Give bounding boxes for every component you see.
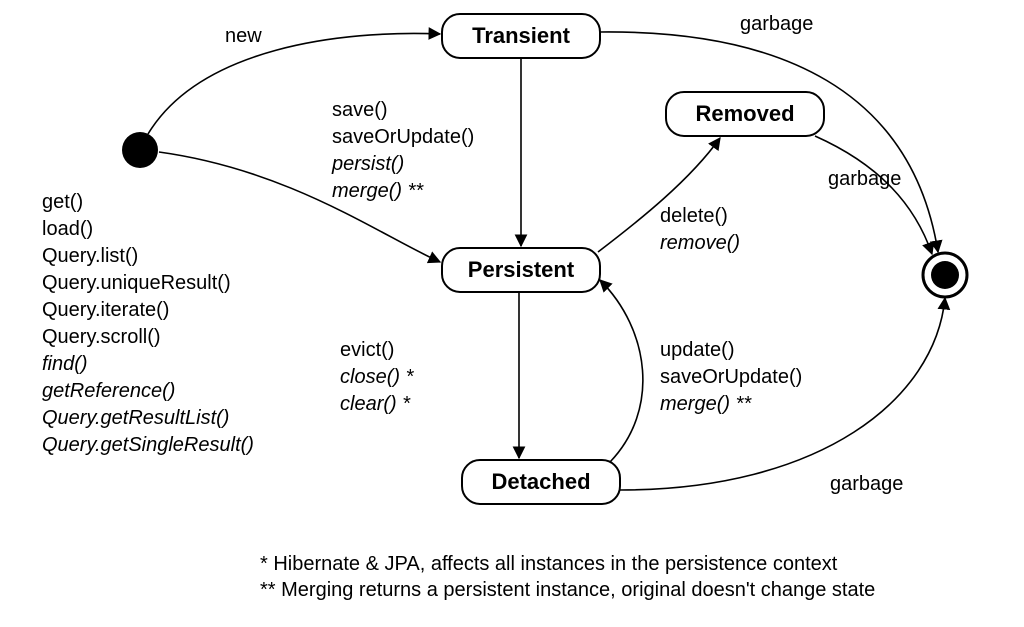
edge-label-line: clear() * <box>340 393 411 415</box>
state-detached-label: Detached <box>491 469 590 494</box>
edge-label-line: get() <box>42 191 83 213</box>
edge-label-line: Query.getSingleResult() <box>42 434 254 456</box>
edge-label-new: new <box>225 25 262 47</box>
edge-labels-transient-persistent: save() saveOrUpdate() persist() merge() ** <box>331 99 474 202</box>
state-removed-label: Removed <box>695 101 794 126</box>
edge-label-line: saveOrUpdate() <box>660 366 802 388</box>
edge-label-line: load() <box>42 218 93 240</box>
edge-labels-persistent-removed: delete() remove() <box>660 205 740 254</box>
final-state <box>923 253 967 297</box>
edge-label-garbage-transient: garbage <box>740 13 813 35</box>
edge-removed-final <box>815 136 932 254</box>
edge-label-line: evict() <box>340 339 394 361</box>
edge-label-line: update() <box>660 339 735 361</box>
state-detached: Detached <box>462 460 620 504</box>
state-transient: Transient <box>442 14 600 58</box>
edge-label-line: Query.getResultList() <box>42 407 229 429</box>
edge-label-line: saveOrUpdate() <box>332 126 474 148</box>
edge-labels-persistent-detached: evict() close() * clear() * <box>340 339 415 415</box>
edge-label-line: getReference() <box>42 380 175 402</box>
state-diagram: Transient Removed Persistent Detached ne… <box>0 0 1024 627</box>
edge-label-line: persist() <box>331 153 404 175</box>
edge-labels-detached-persistent: update() saveOrUpdate() merge() ** <box>660 339 802 415</box>
state-persistent-label: Persistent <box>468 257 575 282</box>
edge-label-line: delete() <box>660 205 728 227</box>
edge-label-line: find() <box>42 353 88 375</box>
state-removed: Removed <box>666 92 824 136</box>
edge-labels-initial-persistent: get() load() Query.list() Query.uniqueResul… <box>42 191 254 456</box>
edge-label-line: Query.uniqueResult() <box>42 272 231 294</box>
edge-initial-transient <box>148 33 440 134</box>
edge-label-line: save() <box>332 99 388 121</box>
edge-label-line: Query.list() <box>42 245 138 267</box>
footnote-dstar: ** Merging returns a persistent instance… <box>260 579 875 601</box>
edge-label-line: Query.iterate() <box>42 299 169 321</box>
edge-label-line: merge() ** <box>332 180 424 202</box>
state-transient-label: Transient <box>472 23 570 48</box>
footnote-star: * Hibernate & JPA, affects all instances… <box>260 553 838 575</box>
edge-label-garbage-detached: garbage <box>830 473 903 495</box>
edge-label-line: close() * <box>340 366 415 388</box>
state-persistent: Persistent <box>442 248 600 292</box>
edge-detached-persistent <box>600 280 643 462</box>
edge-label-line: Query.scroll() <box>42 326 161 348</box>
initial-state <box>122 132 158 168</box>
edge-label-line: merge() ** <box>660 393 752 415</box>
edge-label-line: remove() <box>660 232 740 254</box>
edge-transient-final <box>600 32 938 252</box>
edge-label-garbage-removed: garbage <box>828 168 901 190</box>
